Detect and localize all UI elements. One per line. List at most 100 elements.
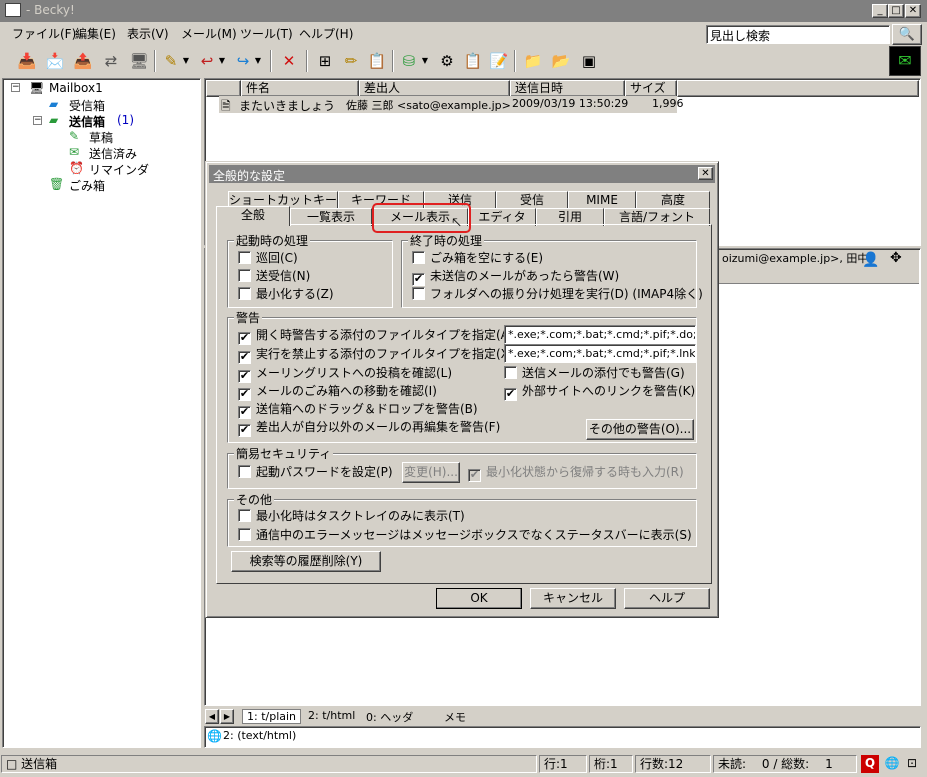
forward-icon[interactable]: ↪ (232, 50, 254, 72)
tab-memo[interactable]: メモ (440, 709, 470, 725)
folder-trash[interactable]: ごみ箱 (69, 177, 105, 194)
open-folder-icon[interactable]: 📂 (550, 50, 572, 72)
menu-edit[interactable]: 編集(E) (75, 25, 116, 42)
thread-icon[interactable]: ⊞ (314, 50, 336, 72)
tree-expander-icon[interactable]: − (33, 116, 42, 125)
tab-next-button[interactable]: ▶ (220, 709, 234, 724)
column-size[interactable]: サイズ (625, 80, 677, 97)
attachment-label[interactable]: 2: (text/html) (223, 729, 296, 742)
layout-icon[interactable]: ▣ (578, 50, 600, 72)
globe-icon[interactable]: 🌐 (883, 755, 901, 773)
search-button[interactable]: 🔍 (892, 24, 922, 45)
lock-icon[interactable]: ⊡ (903, 755, 921, 773)
add-contact-icon[interactable]: 👤 (862, 252, 879, 268)
notepad-icon[interactable]: 📝 (488, 50, 510, 72)
tab-html[interactable]: 2: t/html (304, 709, 359, 722)
pencil-icon[interactable]: ✏ (340, 50, 362, 72)
checkbox-box (238, 528, 251, 541)
checkbox-box (238, 465, 251, 478)
table-row[interactable]: 🗎 またいきましょう 佐藤 三郎 <sato@example.jp> 2009/… (219, 96, 684, 113)
compose-icon[interactable]: ✎ (160, 50, 182, 72)
reply-dropdown-icon[interactable]: ▼ (217, 50, 227, 72)
new-mail-indicator-icon[interactable]: ✉ (889, 46, 921, 76)
folder-reminders[interactable]: リマインダ (89, 161, 149, 178)
column-date[interactable]: 送信日時 (510, 80, 625, 97)
close-button[interactable]: ✕ (905, 4, 921, 18)
menu-file[interactable]: ファイル(F) (12, 25, 76, 42)
column-from[interactable]: 差出人 (359, 80, 510, 97)
mailbox-root[interactable]: Mailbox1 (49, 81, 103, 95)
column-flag[interactable] (206, 80, 241, 97)
quick-icon[interactable]: Q (861, 755, 879, 773)
tab-general[interactable]: 全般 (216, 206, 290, 226)
folder-sent[interactable]: 送信済み (89, 145, 137, 162)
offline-icon[interactable]: 🖥 (128, 50, 150, 72)
ok-button[interactable]: OK (436, 588, 522, 609)
change-password-button[interactable]: 変更(H)... (402, 462, 460, 483)
unsent-warning-checkbox[interactable]: ✔ 未送信のメールがあったら警告(W) (412, 269, 619, 286)
tree-expander-icon[interactable]: − (11, 83, 20, 92)
tab-advanced[interactable]: 高度 (636, 191, 710, 209)
tab-header[interactable]: 0: ヘッダ (362, 709, 417, 725)
address-book-icon[interactable]: ⚙ (436, 50, 458, 72)
expand-header-icon[interactable]: ✥ (890, 250, 902, 266)
send-icon[interactable]: 📤 (72, 50, 94, 72)
tab-prev-button[interactable]: ◀ (205, 709, 219, 724)
dialog-close-button[interactable]: ✕ (698, 167, 713, 180)
receive-icon[interactable]: 📩 (44, 50, 66, 72)
attachment-icon[interactable]: 🌐 (207, 729, 222, 743)
template-icon[interactable]: 📋 (366, 50, 388, 72)
checkbox-box (238, 509, 251, 522)
external-link-warning-checkbox[interactable]: ✔ 外部サイトへのリンクを警告(K) (504, 384, 695, 401)
cancel-button[interactable]: キャンセル (530, 588, 616, 609)
tab-plain[interactable]: 1: t/plain (242, 709, 302, 724)
startup-sendrecv-checkbox[interactable]: 送受信(N) (238, 269, 310, 285)
menu-tools[interactable]: ツール(T) (240, 25, 293, 42)
maximize-button[interactable]: □ (888, 4, 904, 18)
mailing-list-confirm-checkbox[interactable]: ✔ メーリングリストへの投稿を確認(L) (238, 366, 452, 383)
clipboard-icon[interactable]: 📋 (462, 50, 484, 72)
sync-icon[interactable]: ⇄ (100, 50, 122, 72)
block-attach-types-input[interactable]: *.exe;*.com;*.bat;*.cmd;*.pif;*.lnk;*.sc… (504, 344, 696, 363)
drag-outbox-warning-checkbox[interactable]: ✔ 送信箱へのドラッグ＆ドロップを警告(B) (238, 402, 478, 419)
help-button[interactable]: ヘルプ (624, 588, 710, 609)
menu-mail[interactable]: メール(M) (181, 25, 237, 42)
reply-icon[interactable]: ↩ (196, 50, 218, 72)
run-filters-checkbox[interactable]: フォルダへの振り分け処理を実行(D) (IMAP4除く) (412, 287, 703, 303)
open-attach-warning-checkbox[interactable]: ✔ 開く時警告する添付のファイルタイプを指定(A): (238, 328, 518, 345)
compose-dropdown-icon[interactable]: ▼ (181, 50, 191, 72)
startup-minimize-checkbox[interactable]: 最小化する(Z) (238, 287, 334, 303)
delete-icon[interactable]: ✕ (278, 50, 300, 72)
toolbar: 📥 📩 📤 ⇄ 🖥 ✎ ▼ ↩ ▼ ↪ ▼ ✕ ⊞ ✏ 📋 ⛁ ▼ ⚙ 📋 📝 … (0, 46, 880, 76)
header-search-input[interactable]: 見出し検索 (706, 25, 890, 44)
check-all-icon[interactable]: 📥 (16, 50, 38, 72)
column-subject[interactable]: 件名 (241, 80, 359, 97)
password-on-restore-checkbox[interactable]: ✔ 最小化状態から復帰する時も入力(R) (468, 465, 684, 482)
startup-password-checkbox[interactable]: 起動パスワードを設定(P) (238, 465, 393, 481)
minimize-button[interactable]: _ (872, 4, 888, 18)
checkbox-box: ✔ (238, 350, 251, 364)
clear-history-button[interactable]: 検索等の履歴削除(Y) (231, 551, 381, 572)
folder-drafts[interactable]: 草稿 (89, 129, 113, 146)
filter-icon[interactable]: ⛁ (398, 50, 420, 72)
folder-outbox[interactable]: 送信箱 (69, 113, 105, 130)
errors-statusbar-checkbox[interactable]: 通信中のエラーメッセージはメッセージボックスでなくステータスバーに表示(S) (238, 528, 692, 544)
block-attach-checkbox[interactable]: ✔ 実行を禁止する添付のファイルタイプを指定(X): (238, 347, 518, 364)
folder-icon[interactable]: 📁 (522, 50, 544, 72)
reedit-warning-checkbox[interactable]: ✔ 差出人が自分以外のメールの再編集を警告(F) (238, 420, 500, 437)
filter-dropdown-icon[interactable]: ▼ (420, 50, 430, 72)
move-trash-confirm-checkbox[interactable]: ✔ メールのごみ箱への移動を確認(I) (238, 384, 437, 401)
menu-help[interactable]: ヘルプ(H) (299, 25, 353, 42)
startup-patrol-checkbox[interactable]: 巡回(C) (238, 251, 298, 267)
tray-only-checkbox[interactable]: 最小化時はタスクトレイのみに表示(T) (238, 509, 465, 525)
tab-receive[interactable]: 受信 (496, 191, 568, 209)
empty-trash-checkbox[interactable]: ごみ箱を空にする(E) (412, 251, 543, 267)
toolbar-separator (392, 50, 394, 72)
open-attach-types-input[interactable]: *.exe;*.com;*.bat;*.cmd;*.pif;*.do;*.xl;… (504, 325, 696, 344)
other-warnings-button[interactable]: その他の警告(O)... (586, 419, 694, 440)
menu-view[interactable]: 表示(V) (127, 25, 169, 42)
sent-attach-warning-checkbox[interactable]: 送信メールの添付でも警告(G) (504, 366, 685, 382)
folder-inbox[interactable]: 受信箱 (69, 97, 105, 114)
tab-mime[interactable]: MIME (568, 191, 636, 209)
forward-dropdown-icon[interactable]: ▼ (253, 50, 263, 72)
